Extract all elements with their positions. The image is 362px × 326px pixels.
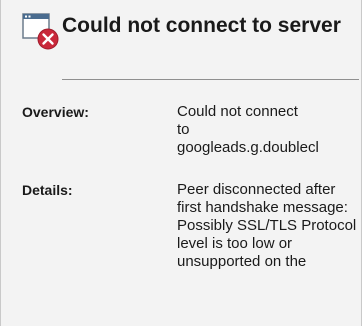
overview-value-line-3: googleads.g.doublecl — [177, 139, 319, 156]
overview-value-line-1: Could not connect — [177, 103, 298, 120]
overview-value: Could not connect to googleads.g.doublec… — [177, 103, 361, 163]
overview-value-line-2: to — [177, 121, 190, 138]
title-divider — [62, 79, 359, 80]
dialog-title: Could not connect to server — [62, 14, 341, 37]
left-border — [0, 0, 1, 326]
overview-label: Overview: — [22, 104, 89, 120]
details-value: Peer disconnected after first handshake … — [177, 181, 357, 270]
error-dialog: Could not connect to server Overview: Co… — [0, 0, 362, 326]
window-error-icon — [22, 13, 59, 50]
details-label: Details: — [22, 182, 73, 198]
